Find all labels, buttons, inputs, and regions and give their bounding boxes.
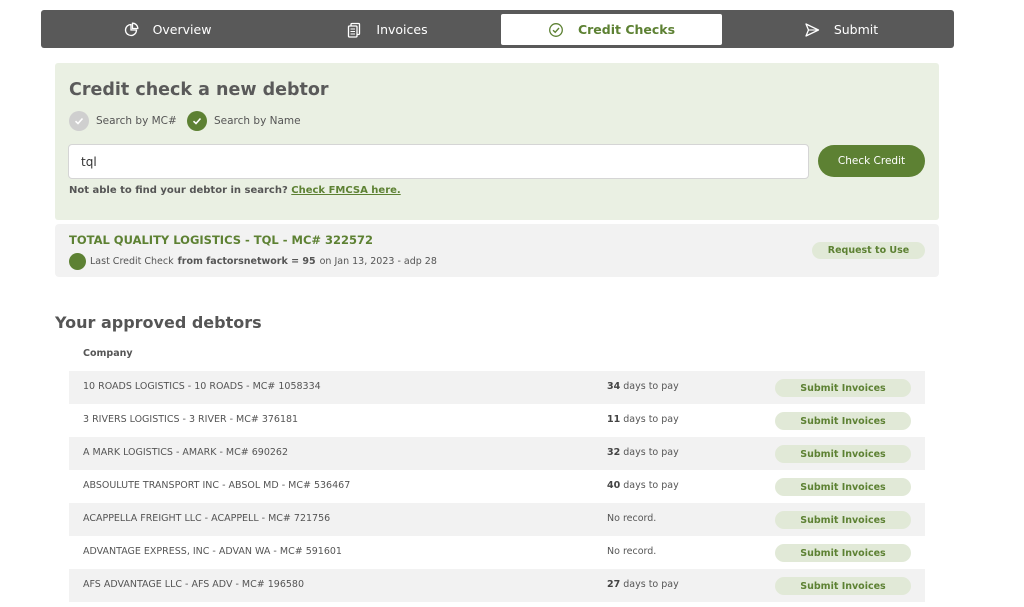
- status-dot-icon: [69, 253, 86, 270]
- approved-debtors-title: Your approved debtors: [55, 313, 262, 332]
- days-suffix: days to pay: [623, 447, 679, 458]
- send-icon: [805, 22, 819, 37]
- debtor-company: ADVANTAGE EXPRESS, INC - ADVAN WA - MC# …: [83, 546, 342, 557]
- documents-icon: [348, 22, 361, 38]
- result-debtor-name: TOTAL QUALITY LOGISTICS - TQL - MC# 3225…: [69, 233, 374, 247]
- submit-invoices-button[interactable]: Submit Invoices: [775, 544, 911, 562]
- debtor-company: 10 ROADS LOGISTICS - 10 ROADS - MC# 1058…: [83, 381, 321, 392]
- debtor-search-input[interactable]: [68, 144, 809, 179]
- check-circle-icon: [549, 22, 563, 37]
- days-count: 11: [607, 414, 621, 425]
- submit-invoices-button[interactable]: Submit Invoices: [775, 412, 911, 430]
- tab-overview[interactable]: Overview: [77, 14, 257, 45]
- days-count: 32: [607, 447, 621, 458]
- search-by-name-option[interactable]: Search by Name: [187, 111, 301, 131]
- debtor-company: 3 RIVERS LOGISTICS - 3 RIVER - MC# 37618…: [83, 414, 299, 425]
- submit-invoices-button[interactable]: Submit Invoices: [775, 577, 911, 595]
- fmcsa-hint: Not able to find your debtor in search? …: [69, 185, 401, 196]
- check-icon: [187, 111, 207, 131]
- days-to-pay: 27 days to pay: [607, 579, 679, 590]
- table-row: ADVANTAGE EXPRESS, INC - ADVAN WA - MC# …: [69, 536, 925, 569]
- submit-invoices-button[interactable]: Submit Invoices: [775, 445, 911, 463]
- check-credit-button[interactable]: Check Credit: [818, 145, 925, 177]
- submit-invoices-button[interactable]: Submit Invoices: [775, 379, 911, 397]
- table-row: A MARK LOGISTICS - AMARK - MC# 690262 32…: [69, 437, 925, 470]
- table-row: 10 ROADS LOGISTICS - 10 ROADS - MC# 1058…: [69, 371, 925, 404]
- search-result-card: TOTAL QUALITY LOGISTICS - TQL - MC# 3225…: [55, 224, 939, 277]
- panel-title: Credit check a new debtor: [69, 80, 329, 100]
- days-to-pay: 34 days to pay: [607, 381, 679, 392]
- check-fmcsa-link[interactable]: Check FMCSA here.: [291, 185, 400, 196]
- pie-chart-icon: [124, 22, 139, 36]
- approved-debtors-table: 10 ROADS LOGISTICS - 10 ROADS - MC# 1058…: [69, 371, 925, 602]
- tab-credit-checks[interactable]: Credit Checks: [501, 14, 722, 45]
- submit-invoices-button[interactable]: Submit Invoices: [775, 511, 911, 529]
- days-count: 34: [607, 381, 621, 392]
- option-label: Search by MC#: [96, 115, 177, 127]
- days-count: 27: [607, 579, 621, 590]
- days-to-pay: 32 days to pay: [607, 447, 679, 458]
- result-credit-info: Last Credit Check from factorsnetwork = …: [69, 253, 437, 270]
- table-row: ACAPPELLA FREIGHT LLC - ACAPPELL - MC# 7…: [69, 503, 925, 536]
- days-to-pay: 11 days to pay: [607, 414, 679, 425]
- check-icon: [69, 111, 89, 131]
- days-suffix: days to pay: [623, 579, 679, 590]
- tab-submit[interactable]: Submit: [751, 14, 931, 45]
- days-count: 40: [607, 480, 621, 491]
- table-row: AFS ADVANTAGE LLC - AFS ADV - MC# 196580…: [69, 569, 925, 602]
- search-by-mc-option[interactable]: Search by MC#: [69, 111, 177, 131]
- credit-info-prefix: Last Credit Check: [90, 256, 174, 267]
- submit-invoices-button[interactable]: Submit Invoices: [775, 478, 911, 496]
- debtor-company: ABSOULUTE TRANSPORT INC - ABSOL MD - MC#…: [83, 480, 351, 491]
- tab-label: Credit Checks: [577, 22, 676, 37]
- request-to-use-button[interactable]: Request to Use: [812, 242, 925, 259]
- days-to-pay: 40 days to pay: [607, 480, 679, 491]
- days-suffix: days to pay: [623, 414, 679, 425]
- column-header-company: Company: [83, 348, 133, 359]
- top-nav: Overview Invoices Credit Checks Submit: [41, 10, 954, 48]
- tab-label: Submit: [833, 22, 879, 37]
- tab-label: Invoices: [376, 22, 428, 37]
- days-suffix: days to pay: [623, 381, 679, 392]
- debtor-company: ACAPPELLA FREIGHT LLC - ACAPPELL - MC# 7…: [83, 513, 331, 524]
- credit-info-score: from factorsnetwork = 95: [177, 256, 316, 267]
- no-record-status: No record.: [607, 513, 657, 524]
- debtor-company: AFS ADVANTAGE LLC - AFS ADV - MC# 196580: [83, 579, 304, 590]
- table-row: ABSOULUTE TRANSPORT INC - ABSOL MD - MC#…: [69, 470, 925, 503]
- tab-invoices[interactable]: Invoices: [297, 14, 477, 45]
- debtor-company: A MARK LOGISTICS - AMARK - MC# 690262: [83, 447, 288, 458]
- option-label: Search by Name: [214, 115, 301, 127]
- no-record-status: No record.: [607, 546, 657, 557]
- hint-text: Not able to find your debtor in search?: [69, 185, 288, 196]
- credit-check-panel: Credit check a new debtor Search by MC# …: [55, 63, 939, 220]
- days-suffix: days to pay: [623, 480, 679, 491]
- credit-info-suffix: on Jan 13, 2023 - adp 28: [319, 256, 437, 267]
- tab-label: Overview: [152, 22, 212, 37]
- table-row: 3 RIVERS LOGISTICS - 3 RIVER - MC# 37618…: [69, 404, 925, 437]
